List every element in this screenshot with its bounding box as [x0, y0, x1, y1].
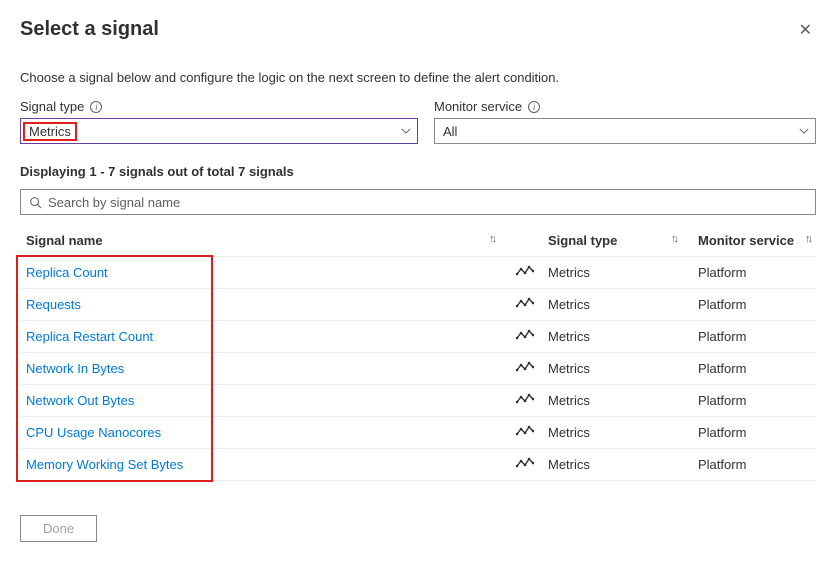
search-icon [29, 196, 42, 209]
signal-link[interactable]: Network In Bytes [26, 361, 124, 376]
done-button[interactable]: Done [20, 515, 97, 542]
metrics-icon [516, 361, 534, 376]
sort-icon[interactable]: ↑↓ [489, 233, 494, 245]
monitor-service-cell: Platform [692, 385, 816, 417]
sort-icon[interactable]: ↑↓ [805, 233, 810, 245]
metrics-icon [516, 425, 534, 440]
info-icon[interactable]: i [528, 101, 540, 113]
table-row[interactable]: Memory Working Set Bytes MetricsPlatform [20, 449, 816, 481]
signal-type-label: Signal type [20, 99, 84, 114]
monitor-service-cell: Platform [692, 353, 816, 385]
signal-link[interactable]: CPU Usage Nanocores [26, 425, 161, 440]
col-header-name[interactable]: Signal name ↑↓ [20, 225, 510, 257]
monitor-service-value: All [443, 124, 457, 139]
signal-type-cell: Metrics [542, 385, 692, 417]
chevron-down-icon [799, 126, 809, 136]
signals-table: Signal name ↑↓ Signal type ↑↓ Monitor se… [20, 225, 816, 481]
signal-type-cell: Metrics [542, 353, 692, 385]
chevron-down-icon [401, 126, 411, 136]
signal-type-value: Metrics [29, 124, 71, 139]
table-row[interactable]: Network Out Bytes MetricsPlatform [20, 385, 816, 417]
signal-type-dropdown[interactable]: Metrics [20, 118, 418, 144]
monitor-service-cell: Platform [692, 321, 816, 353]
signal-link[interactable]: Replica Restart Count [26, 329, 153, 344]
signal-type-cell: Metrics [542, 289, 692, 321]
search-input-wrap[interactable] [20, 189, 816, 215]
monitor-service-label: Monitor service [434, 99, 522, 114]
close-icon[interactable]: ✕ [795, 18, 816, 42]
monitor-service-cell: Platform [692, 257, 816, 289]
metrics-icon [516, 393, 534, 408]
metrics-icon [516, 265, 534, 280]
monitor-service-cell: Platform [692, 289, 816, 321]
monitor-service-cell: Platform [692, 417, 816, 449]
col-header-type[interactable]: Signal type ↑↓ [542, 225, 692, 257]
page-title: Select a signal [20, 18, 159, 41]
search-input[interactable] [48, 195, 807, 210]
signal-type-cell: Metrics [542, 449, 692, 481]
table-row[interactable]: CPU Usage Nanocores MetricsPlatform [20, 417, 816, 449]
signal-type-cell: Metrics [542, 417, 692, 449]
info-icon[interactable]: i [90, 101, 102, 113]
results-count: Displaying 1 - 7 signals out of total 7 … [20, 164, 816, 179]
metrics-icon [516, 457, 534, 472]
signal-type-cell: Metrics [542, 257, 692, 289]
sort-icon[interactable]: ↑↓ [671, 233, 676, 245]
signal-link[interactable]: Memory Working Set Bytes [26, 457, 183, 472]
signal-link[interactable]: Network Out Bytes [26, 393, 134, 408]
signal-type-cell: Metrics [542, 321, 692, 353]
metrics-icon [516, 329, 534, 344]
signal-link[interactable]: Replica Count [26, 265, 108, 280]
col-header-service[interactable]: Monitor service ↑↓ [692, 225, 816, 257]
monitor-service-dropdown[interactable]: All [434, 118, 816, 144]
signal-link[interactable]: Requests [26, 297, 81, 312]
monitor-service-cell: Platform [692, 449, 816, 481]
table-row[interactable]: Network In Bytes MetricsPlatform [20, 353, 816, 385]
table-row[interactable]: Replica Restart Count MetricsPlatform [20, 321, 816, 353]
table-row[interactable]: Replica Count MetricsPlatform [20, 257, 816, 289]
table-row[interactable]: Requests MetricsPlatform [20, 289, 816, 321]
subtitle-text: Choose a signal below and configure the … [20, 70, 816, 85]
metrics-icon [516, 297, 534, 312]
